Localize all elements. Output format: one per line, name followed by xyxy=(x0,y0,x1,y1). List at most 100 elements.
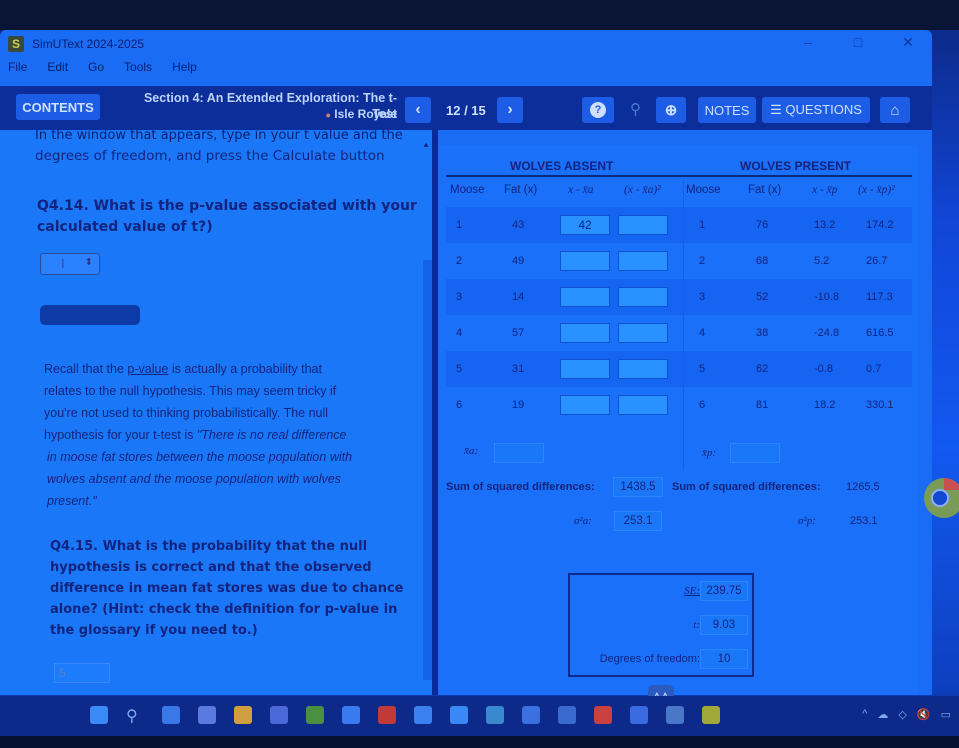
recall-text: hypothesis for your t-test is xyxy=(44,428,197,442)
next-page-button[interactable]: › xyxy=(497,97,523,123)
stepper-arrows-icon[interactable]: ⬍ xyxy=(85,257,93,268)
variance-row: σ²a: 253.1 σ²p: 253.1 xyxy=(446,507,912,537)
help-button[interactable]: ? xyxy=(582,97,614,123)
variance-a-value[interactable]: 253.1 xyxy=(614,511,662,531)
mean-p-label: x̄p: xyxy=(702,447,717,459)
mean-p-input[interactable] xyxy=(730,443,780,463)
instruction-text: degrees of freedom, and press the Calcul… xyxy=(35,148,385,164)
left-text-pane: In the window that appears, type in your… xyxy=(0,130,432,695)
calculate-button[interactable] xyxy=(40,305,140,325)
ssd-a-value[interactable]: 1438.5 xyxy=(613,477,663,497)
chrome-desktop-icon[interactable] xyxy=(918,470,959,530)
diff-a-input[interactable] xyxy=(560,323,610,343)
tray-overflow-icon[interactable]: ^ xyxy=(862,708,867,721)
menu-file[interactable]: File xyxy=(8,60,27,82)
diff-a-input[interactable] xyxy=(560,251,610,271)
t-value[interactable]: 9.03 xyxy=(700,615,748,635)
cortana-icon[interactable] xyxy=(450,706,468,724)
questions-button[interactable]: ☰ QUESTIONS xyxy=(762,97,870,123)
p-value-glossary-link[interactable]: p-value xyxy=(127,362,168,376)
notes-button[interactable]: NOTES xyxy=(698,97,756,123)
p-value-stepper[interactable]: I ⬍ xyxy=(40,253,100,275)
wifi-icon[interactable]: ◇ xyxy=(898,708,906,721)
contents-button[interactable]: CONTENTS xyxy=(16,94,100,120)
edge-icon[interactable] xyxy=(486,706,504,724)
calendar-icon[interactable] xyxy=(342,706,360,724)
volume-muted-icon[interactable]: 🔇 xyxy=(917,708,931,721)
sq-a-input[interactable] xyxy=(618,287,668,307)
task-view-icon[interactable] xyxy=(162,706,180,724)
menu-tools[interactable]: Tools xyxy=(124,60,152,82)
sq-a-input[interactable] xyxy=(618,359,668,379)
close-button[interactable]: ✕ xyxy=(898,34,918,51)
scroll-up-arrow-icon[interactable]: ▲ xyxy=(422,140,430,149)
battery-icon[interactable]: ▭ xyxy=(941,708,951,721)
recall-line6: wolves absent and the moose population w… xyxy=(47,472,341,486)
window-controls: – □ ✕ xyxy=(798,34,918,51)
table-row: 2 49 2 68 5.2 26.7 xyxy=(446,243,912,279)
home-button[interactable]: ⌂ xyxy=(880,97,910,123)
fat-a-cell: 49 xyxy=(512,255,525,267)
search-icon[interactable]: ⚲ xyxy=(126,706,144,725)
fat-a-cell: 14 xyxy=(512,291,525,303)
instruction-cut-line: In the window that appears, type in your… xyxy=(35,130,403,143)
null-hypothesis-text: "There is no real difference xyxy=(196,428,347,442)
outlook-icon[interactable] xyxy=(522,706,540,724)
sq-a-input[interactable] xyxy=(618,395,668,415)
diff-p-cell: 13.2 xyxy=(814,219,836,231)
maximize-button[interactable]: □ xyxy=(848,34,868,51)
teams-icon[interactable] xyxy=(270,706,288,724)
zoom-in-button[interactable]: ⊕ xyxy=(656,97,686,123)
diff-a-input[interactable] xyxy=(560,395,610,415)
diff-a-input[interactable] xyxy=(560,359,610,379)
minimize-button[interactable]: – xyxy=(798,34,818,51)
sq-a-input[interactable] xyxy=(618,251,668,271)
q415-answer-input[interactable]: 5 xyxy=(54,663,110,683)
media-player-icon[interactable] xyxy=(414,706,432,724)
section-subtitle: ● Isle Royale xyxy=(290,107,397,121)
q414-line2: calculated value of t?) xyxy=(37,219,213,235)
zoom-out-icon[interactable]: ⚲ xyxy=(630,100,641,118)
col-sq-p: (x - x̄p)² xyxy=(858,184,895,196)
q415-line3: difference in mean fat stores was due to… xyxy=(50,581,404,596)
prev-page-button[interactable]: ‹ xyxy=(405,97,431,123)
monitor-bezel-top xyxy=(0,0,959,30)
text-cursor-icon: I xyxy=(61,256,65,271)
menu-help[interactable]: Help xyxy=(172,60,197,82)
df-value[interactable]: 10 xyxy=(700,649,748,669)
menu-edit[interactable]: Edit xyxy=(47,60,68,82)
table-row: 6 19 6 81 18.2 330.1 xyxy=(446,387,912,423)
diff-a-input[interactable]: 42 xyxy=(560,215,610,235)
sq-a-input[interactable] xyxy=(618,215,668,235)
mean-row: x̄a: x̄p: xyxy=(446,435,912,471)
mean-a-input[interactable] xyxy=(494,443,544,463)
sq-a-input[interactable] xyxy=(618,323,668,343)
simutext-icon[interactable] xyxy=(702,706,720,724)
table-center-separator xyxy=(683,180,684,470)
file-explorer-icon[interactable] xyxy=(306,706,324,724)
diff-a-input[interactable] xyxy=(560,287,610,307)
store-icon[interactable] xyxy=(558,706,576,724)
youtube-icon[interactable] xyxy=(378,706,396,724)
help-icon: ? xyxy=(590,102,606,118)
se-value[interactable]: 239.75 xyxy=(700,581,748,601)
wolves-absent-title: WOLVES ABSENT xyxy=(510,159,614,173)
chevron-left-icon: ‹ xyxy=(415,101,421,118)
col-fat-a: Fat (x) xyxy=(504,184,538,196)
column-headers: Moose Fat (x) x - x̄a (x - x̄a)² Moose F… xyxy=(446,180,912,204)
toolbar: CONTENTS Section 4: An Extended Explorat… xyxy=(0,86,932,130)
copilot-icon[interactable] xyxy=(198,706,216,724)
fat-a-cell: 31 xyxy=(512,363,525,375)
scroll-thumb[interactable] xyxy=(423,260,432,680)
wolf-app-icon[interactable] xyxy=(594,706,612,724)
chrome-icon[interactable] xyxy=(234,706,252,724)
word-icon[interactable] xyxy=(630,706,648,724)
calculator-icon[interactable] xyxy=(666,706,684,724)
section-subtitle-text: Isle Royale xyxy=(334,107,397,121)
diff-p-cell: -0.8 xyxy=(814,363,833,375)
left-pane-scrollbar[interactable]: ▲ xyxy=(422,140,432,695)
start-menu-icon[interactable] xyxy=(90,706,108,724)
df-label: Degrees of freedom: xyxy=(599,653,700,665)
menu-go[interactable]: Go xyxy=(88,60,104,82)
onedrive-icon[interactable]: ☁ xyxy=(877,708,888,721)
